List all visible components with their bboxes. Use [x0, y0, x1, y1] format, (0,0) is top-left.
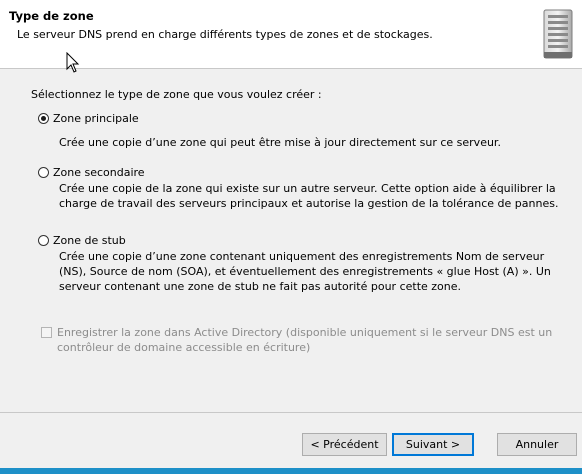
window-bottom-border: [0, 468, 582, 474]
radio-secondary-zone[interactable]: [38, 166, 49, 178]
wizard-header: Type de zone Le serveur DNS prend en cha…: [0, 0, 582, 69]
footer-divider: [0, 412, 582, 413]
option-secondary-zone[interactable]: Zone secondaire: [38, 164, 145, 180]
back-button[interactable]: < Précédent: [302, 433, 387, 456]
radio-stub-zone[interactable]: [38, 234, 49, 246]
page-subtitle: Le serveur DNS prend en charge différent…: [17, 28, 433, 41]
option-primary-zone-description: Crée une copie d’une zone qui peut être …: [59, 136, 501, 149]
option-secondary-zone-label[interactable]: Zone secondaire: [53, 166, 145, 179]
ad-storage-option: Enregistrer la zone dans Active Director…: [41, 325, 572, 355]
ad-storage-checkbox: [41, 327, 52, 338]
option-primary-zone[interactable]: Zone principale: [38, 110, 139, 126]
page-title: Type de zone: [9, 9, 94, 23]
radio-primary-zone[interactable]: [38, 112, 49, 124]
option-stub-zone[interactable]: Zone de stub: [38, 232, 126, 248]
ad-storage-label: Enregistrer la zone dans Active Director…: [57, 326, 553, 354]
zone-type-prompt: Sélectionnez le type de zone que vous vo…: [31, 88, 322, 101]
option-stub-zone-label[interactable]: Zone de stub: [53, 234, 126, 247]
cancel-button[interactable]: Annuler: [497, 433, 577, 456]
option-primary-zone-label[interactable]: Zone principale: [53, 112, 139, 125]
option-stub-zone-description: Crée une copie d’une zone contenant uniq…: [59, 250, 551, 293]
option-secondary-zone-description: Crée une copie de la zone qui existe sur…: [59, 182, 559, 210]
mouse-cursor-icon: [66, 52, 80, 73]
next-button[interactable]: Suivant >: [392, 433, 474, 456]
server-icon: [543, 9, 573, 59]
